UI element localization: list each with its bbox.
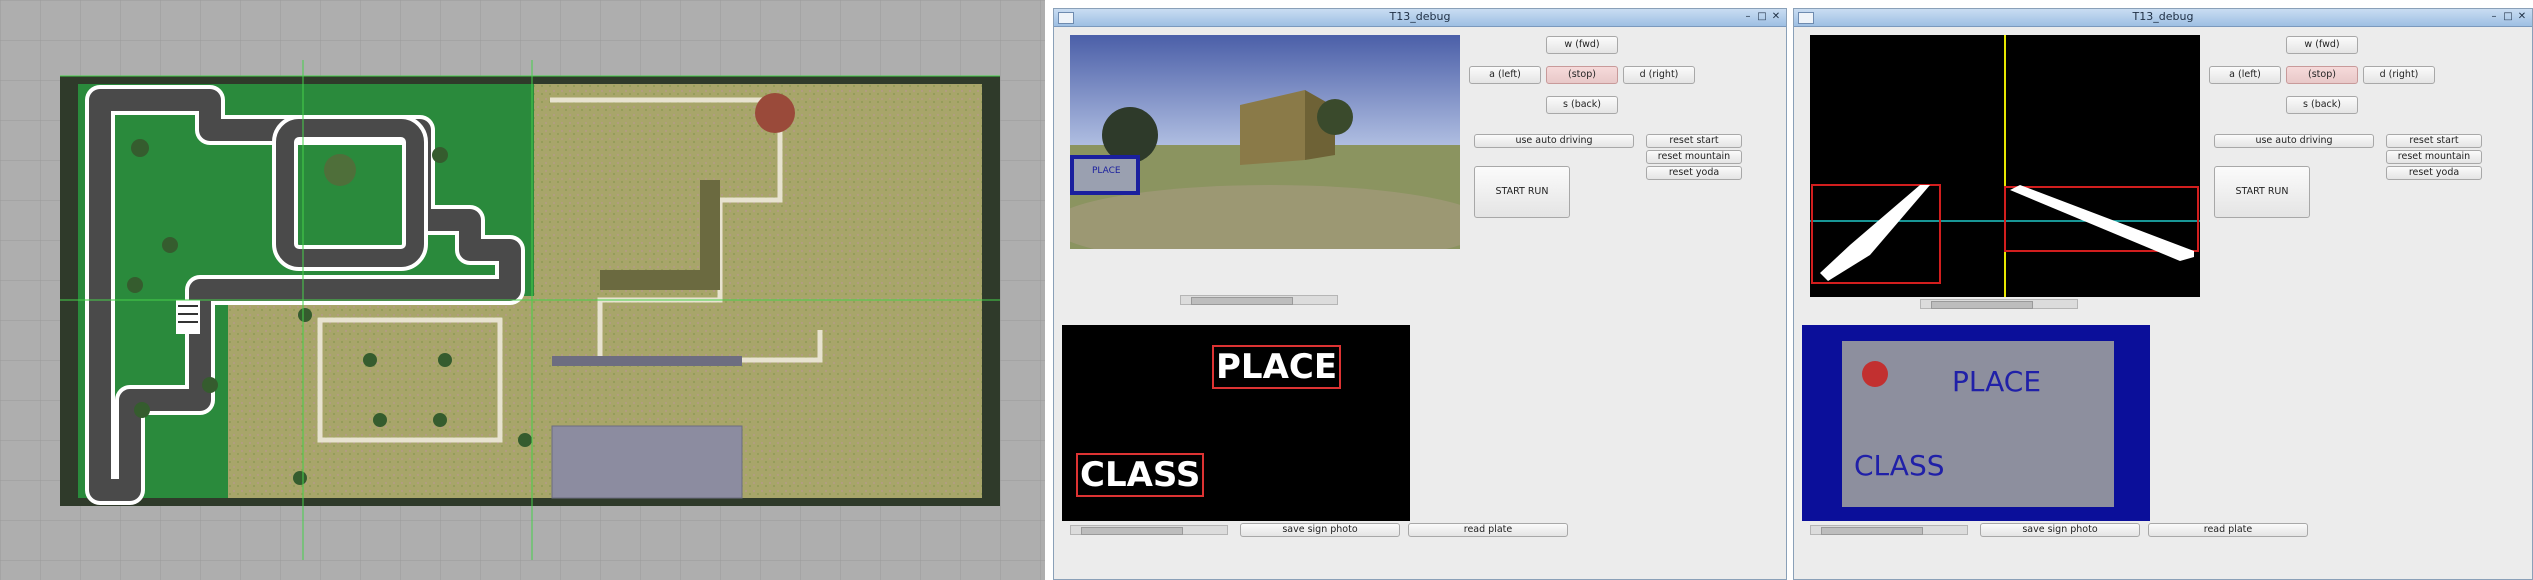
sign-logo-icon (1862, 361, 1888, 387)
sign-photo-view: PLACE CLASS (1802, 325, 2150, 521)
sign-word-2: CLASS (1854, 449, 1945, 482)
save-sign-photo-button[interactable]: save sign photo (1980, 523, 2140, 537)
debug-window-1: T13_debug – □ ✕ PLACE PLACE CLASS w (fwd… (1053, 8, 1787, 580)
auto-driving-button[interactable]: use auto driving (1474, 134, 1634, 148)
plate-word-1: PLACE (1212, 345, 1342, 389)
tunnel (551, 425, 743, 499)
sign-scrollbar[interactable] (1810, 525, 1968, 535)
save-sign-photo-button[interactable]: save sign photo (1240, 523, 1400, 537)
reset-start-button[interactable]: reset start (1646, 134, 1742, 148)
sign-word-1: PLACE (1952, 365, 2042, 398)
maximize-icon[interactable]: □ (2502, 11, 2514, 23)
back-button[interactable]: s (back) (2286, 96, 2358, 114)
reset-start-button[interactable]: reset start (2386, 134, 2482, 148)
debug-window-2: T13_debug – □ ✕ PLACE CLASS w (fwd) a (l… (1793, 8, 2533, 580)
reset-mountain-button[interactable]: reset mountain (2386, 150, 2482, 164)
reset-mountain-button[interactable]: reset mountain (1646, 150, 1742, 164)
camera-scrollbar[interactable] (1180, 295, 1338, 305)
title-bar[interactable]: T13_debug – □ ✕ (1054, 9, 1786, 27)
auto-driving-button[interactable]: use auto driving (2214, 134, 2374, 148)
plate-word-2: CLASS (1076, 453, 1205, 497)
mask-scrollbar[interactable] (1920, 299, 2078, 309)
close-icon[interactable]: ✕ (2516, 11, 2528, 23)
left-button[interactable]: a (left) (2209, 66, 2281, 84)
minimize-icon[interactable]: – (1742, 11, 1754, 23)
plate-view: PLACE CLASS (1062, 325, 1410, 521)
start-run-button[interactable]: START RUN (1474, 166, 1570, 218)
fwd-button[interactable]: w (fwd) (1546, 36, 1618, 54)
close-icon[interactable]: ✕ (1770, 11, 1782, 23)
gazebo-viewport[interactable] (0, 0, 1045, 580)
right-button[interactable]: d (right) (1623, 66, 1695, 84)
stop-button[interactable]: (stop) (2286, 66, 2358, 84)
start-run-button[interactable]: START RUN (2214, 166, 2310, 218)
maximize-icon[interactable]: □ (1756, 11, 1768, 23)
right-button[interactable]: d (right) (2363, 66, 2435, 84)
window-title: T13_debug (2132, 10, 2194, 23)
title-bar[interactable]: T13_debug – □ ✕ (1794, 9, 2532, 27)
terrain-lower (228, 296, 538, 498)
minimize-icon[interactable]: – (2488, 11, 2500, 23)
reset-yoda-button[interactable]: reset yoda (1646, 166, 1742, 180)
left-button[interactable]: a (left) (1469, 66, 1541, 84)
fwd-button[interactable]: w (fwd) (2286, 36, 2358, 54)
reset-yoda-button[interactable]: reset yoda (2386, 166, 2482, 180)
window-title: T13_debug (1389, 10, 1451, 23)
read-plate-button[interactable]: read plate (1408, 523, 1568, 537)
back-button[interactable]: s (back) (1546, 96, 1618, 114)
binary-mask-view (1810, 35, 2200, 297)
camera-sign-text: PLACE (1092, 166, 1121, 176)
stop-button[interactable]: (stop) (1546, 66, 1618, 84)
gazebo-scene (0, 0, 1045, 580)
barrel (755, 93, 795, 133)
plate-scrollbar[interactable] (1070, 525, 1228, 535)
camera-view: PLACE (1070, 35, 1460, 249)
bridge (552, 356, 742, 366)
read-plate-button[interactable]: read plate (2148, 523, 2308, 537)
